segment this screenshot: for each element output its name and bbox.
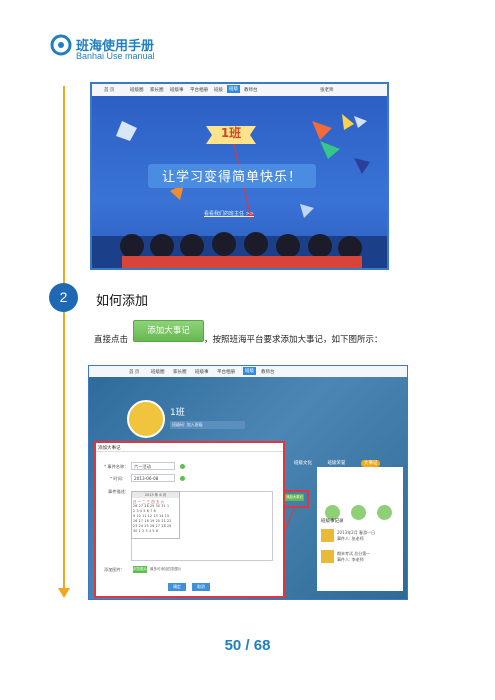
triangle-shape — [320, 141, 340, 159]
triangle-shape — [342, 114, 354, 130]
class-name: 1班 — [170, 408, 185, 418]
nav-item: 班级圈 — [130, 88, 144, 93]
student-head — [244, 232, 268, 256]
tab-events[interactable]: 大事记 — [360, 460, 381, 467]
confirm-button[interactable]: 确定 — [168, 583, 186, 591]
nav-item-active: 班级 — [243, 367, 256, 375]
timeline-arrow-icon — [58, 588, 70, 598]
event-time-label: * 时间： — [110, 476, 126, 481]
brand-subtitle: Banhai Use manual — [76, 51, 155, 61]
upload-hint: 最多可添加四张图片 — [150, 567, 182, 571]
banhai-logo-icon — [50, 34, 72, 56]
student-head — [276, 234, 300, 258]
feature-circle-icon — [377, 505, 392, 520]
nav-item: 家长圈 — [173, 370, 187, 375]
event-list-item[interactable]: 期末考试 总分第一 事件人: 李老师 — [321, 550, 399, 566]
nav-item: 教师台 — [244, 88, 258, 93]
user-name: 张老师 — [320, 88, 334, 93]
event-sub: 事件人: 张老师 — [337, 536, 364, 541]
calendar-week: 23 24 25 26 27 28 29 — [133, 524, 172, 528]
event-thumbnail-icon — [321, 529, 334, 542]
nav-item: 教师台 — [261, 370, 275, 375]
tab-honor[interactable]: 班级荣誉 — [327, 461, 345, 466]
student-head — [150, 234, 174, 258]
check-icon — [180, 464, 185, 469]
browse-images-button[interactable]: 浏览图片 — [133, 566, 147, 573]
add-event-button-screenshot[interactable]: 添加大事记 — [285, 494, 304, 501]
date-picker[interactable]: 2013 年 6 月 日 一 二 三 四 五 六 26 27 28 29 30 … — [131, 491, 180, 539]
nav-item: 班级事 — [170, 88, 184, 93]
nav-item: 首 页 — [129, 370, 140, 375]
nav-item: 平台相册 — [217, 370, 235, 375]
student-head — [120, 234, 144, 258]
add-event-dialog: 添加大事记 * 事件名称： 六一活动 * 时间： 2013-06-08 事件描述… — [94, 441, 285, 598]
student-head — [212, 232, 236, 256]
student-shirts — [122, 256, 362, 268]
screenshot-class-home: 首 页 班级圈 家长圈 班级事 平台相册 班级 班级 教师台 张老师 1班 让学… — [90, 82, 389, 270]
calendar-week: 2 3 4 5 6 7 8 — [133, 509, 156, 513]
student-head — [308, 234, 332, 258]
crystal-shape — [116, 121, 137, 141]
screenshot-add-event: 首 页 班级圈 家长圈 班级事 平台相册 班级 教师台 1班 班级码: 加入班级… — [88, 365, 408, 600]
instruction-text-start: 直接点击 — [94, 335, 129, 345]
event-time-input[interactable]: 2013-06-08 — [131, 474, 175, 482]
class-tabs: 班级文化 班级荣誉 大事记 — [294, 460, 381, 467]
dialog-divider — [96, 451, 283, 452]
instruction-text-end: ，按照班海平台要求添加大事记，如下图所示： — [204, 335, 383, 345]
page-number: 50 / 68 — [224, 637, 271, 654]
events-list-title: 班级事记录 — [321, 519, 344, 524]
add-event-button[interactable]: 添加大事记 — [133, 320, 204, 342]
date-picker-header: 2013 年 6 月 — [132, 492, 179, 498]
calendar-week: 26 27 28 29 30 31 1 — [133, 504, 170, 508]
step-number-badge: 2 — [49, 283, 78, 312]
event-desc-label: 事件描述： — [108, 489, 129, 494]
triangle-shape — [354, 116, 367, 128]
event-sub: 事件人: 李老师 — [337, 557, 364, 562]
nav-item: 班级事 — [195, 370, 209, 375]
nav-item-active: 班级 — [227, 85, 240, 93]
nav-item: 平台相册 — [190, 88, 208, 93]
nav-item: 班级圈 — [151, 370, 165, 375]
event-thumbnail-icon — [321, 550, 334, 563]
section-title: 如何添加 — [96, 294, 149, 309]
class-avatar — [127, 400, 165, 438]
event-name-label: * 事件名称： — [104, 464, 129, 469]
triangle-shape — [300, 204, 314, 218]
nav-item: 家长圈 — [150, 88, 164, 93]
student-head — [180, 234, 204, 258]
event-name-input[interactable]: 六一活动 — [131, 462, 175, 470]
class-name: 1班 — [220, 126, 242, 140]
timeline-line — [63, 86, 65, 594]
teacher-link[interactable]: 看看我们的班主任 >> — [204, 210, 254, 217]
cancel-button[interactable]: 取消 — [192, 583, 210, 591]
calendar-week: 16 17 18 19 20 21 22 — [133, 519, 172, 523]
check-icon — [180, 476, 185, 481]
slogan-text: 让学习变得简单快乐！ — [161, 170, 302, 185]
upload-label: 添加图片： — [104, 567, 125, 572]
tab-culture[interactable]: 班级文化 — [294, 461, 312, 466]
feature-circle-icon — [351, 505, 366, 520]
triangle-shape — [312, 121, 332, 140]
nav-item: 首 页 — [104, 88, 115, 93]
triangle-shape — [354, 158, 370, 174]
calendar-week: 30 1 2 3 4 5 6 — [133, 529, 159, 533]
calendar-week: 9 10 11 12 13 14 15 — [133, 514, 170, 518]
nav-item: 班级 — [214, 88, 223, 93]
event-list-item[interactable]: 2013年2月 春游一日 事件人: 张老师 — [321, 529, 399, 545]
class-subtitle: 班级码: 加入班级 — [170, 421, 245, 429]
